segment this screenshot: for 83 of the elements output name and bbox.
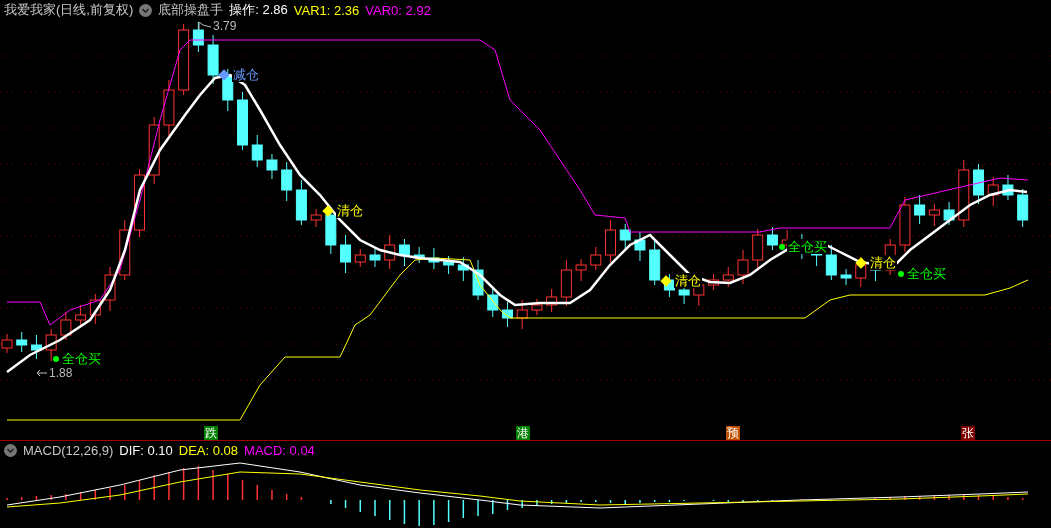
candlestick bbox=[266, 153, 278, 180]
candlestick bbox=[163, 79, 175, 137]
candlestick bbox=[958, 159, 970, 228]
signal-label: 全仓买 bbox=[787, 239, 828, 254]
indicator-name: 底部操盘手 bbox=[158, 1, 224, 19]
dropdown-icon[interactable] bbox=[139, 3, 153, 17]
candlestick bbox=[237, 91, 248, 151]
candlestick bbox=[560, 259, 572, 307]
candlestick bbox=[708, 273, 720, 291]
candlestick bbox=[443, 255, 455, 275]
dot-icon bbox=[779, 243, 785, 250]
event-marker[interactable]: 预 bbox=[726, 426, 740, 440]
candlestick bbox=[281, 161, 293, 202]
candlestick bbox=[502, 301, 513, 328]
signal-label: 清仓 bbox=[869, 255, 897, 270]
candlestick bbox=[737, 249, 749, 285]
indicator-reading: 操作: 2.86 bbox=[229, 1, 288, 19]
candlestick bbox=[605, 219, 616, 263]
candlestick bbox=[251, 134, 263, 168]
candlestick bbox=[516, 299, 528, 330]
candlestick bbox=[369, 246, 381, 268]
candlestick bbox=[295, 179, 307, 226]
candlestick bbox=[354, 248, 366, 268]
price-label: 3.79 bbox=[213, 19, 237, 33]
candlestick bbox=[546, 288, 558, 313]
indicator-name: MACD(12,26,9) bbox=[23, 443, 114, 458]
dot-icon bbox=[898, 270, 904, 277]
candlestick bbox=[45, 328, 57, 362]
candlestick bbox=[619, 223, 631, 250]
candlestick bbox=[457, 256, 469, 282]
candlestick bbox=[207, 34, 219, 85]
candlestick bbox=[310, 208, 322, 228]
indicator-reading: VAR0: 2.92 bbox=[365, 2, 431, 18]
candlestick bbox=[928, 203, 940, 227]
signal-label: 全仓买 bbox=[906, 266, 947, 281]
candlestick bbox=[30, 334, 42, 360]
candlestick bbox=[825, 244, 837, 281]
candlestick bbox=[60, 311, 72, 341]
event-marker[interactable]: 港 bbox=[516, 426, 530, 440]
candlestick bbox=[1017, 188, 1029, 228]
event-marker[interactable]: 跌 bbox=[204, 426, 218, 440]
indicator-reading: MACD: 0.04 bbox=[244, 443, 315, 458]
candlestick bbox=[119, 219, 131, 281]
candlestick bbox=[649, 239, 661, 286]
candlestick bbox=[340, 234, 352, 274]
candlestick bbox=[134, 168, 145, 238]
candlestick bbox=[472, 259, 484, 301]
candlestick bbox=[75, 304, 87, 328]
candlestick bbox=[89, 293, 101, 325]
dropdown-icon[interactable] bbox=[4, 444, 17, 457]
candlestick bbox=[428, 247, 440, 270]
candlestick bbox=[943, 201, 955, 226]
candlestick bbox=[590, 246, 602, 271]
stock-title: 我爱我家(日线,前复权) bbox=[4, 1, 134, 19]
indicator-reading: DEA: 0.08 bbox=[178, 443, 239, 458]
candlestick bbox=[575, 258, 587, 282]
dot-icon bbox=[53, 355, 59, 362]
signal-label: 减仓 bbox=[232, 67, 260, 82]
candlestick bbox=[766, 226, 778, 251]
candlestick bbox=[148, 116, 160, 185]
indicator-reading: VAR1: 2.36 bbox=[293, 2, 360, 18]
signal-label: 全仓买 bbox=[61, 351, 102, 366]
candlestick bbox=[973, 163, 984, 205]
candlestick bbox=[384, 234, 396, 270]
signal-label: 清仓 bbox=[674, 273, 702, 288]
candlestick bbox=[413, 246, 425, 264]
candlestick bbox=[1002, 174, 1014, 201]
candlestick bbox=[840, 268, 852, 286]
candlestick bbox=[487, 288, 499, 318]
candlestick bbox=[531, 298, 543, 316]
candlestick bbox=[899, 196, 911, 253]
candlestick bbox=[104, 266, 116, 312]
candlestick bbox=[914, 194, 926, 225]
candlestick bbox=[398, 238, 410, 267]
candlestick bbox=[722, 266, 734, 288]
candlestick bbox=[987, 176, 999, 207]
signal-label: 清仓 bbox=[336, 203, 364, 218]
candlestick bbox=[16, 331, 28, 353]
price-label: 1.88 bbox=[49, 366, 73, 380]
event-marker[interactable]: 张 bbox=[961, 426, 975, 440]
candlestick bbox=[634, 231, 646, 262]
indicator-reading: DIF: 0.10 bbox=[119, 443, 173, 458]
arrow-icon bbox=[36, 369, 48, 377]
